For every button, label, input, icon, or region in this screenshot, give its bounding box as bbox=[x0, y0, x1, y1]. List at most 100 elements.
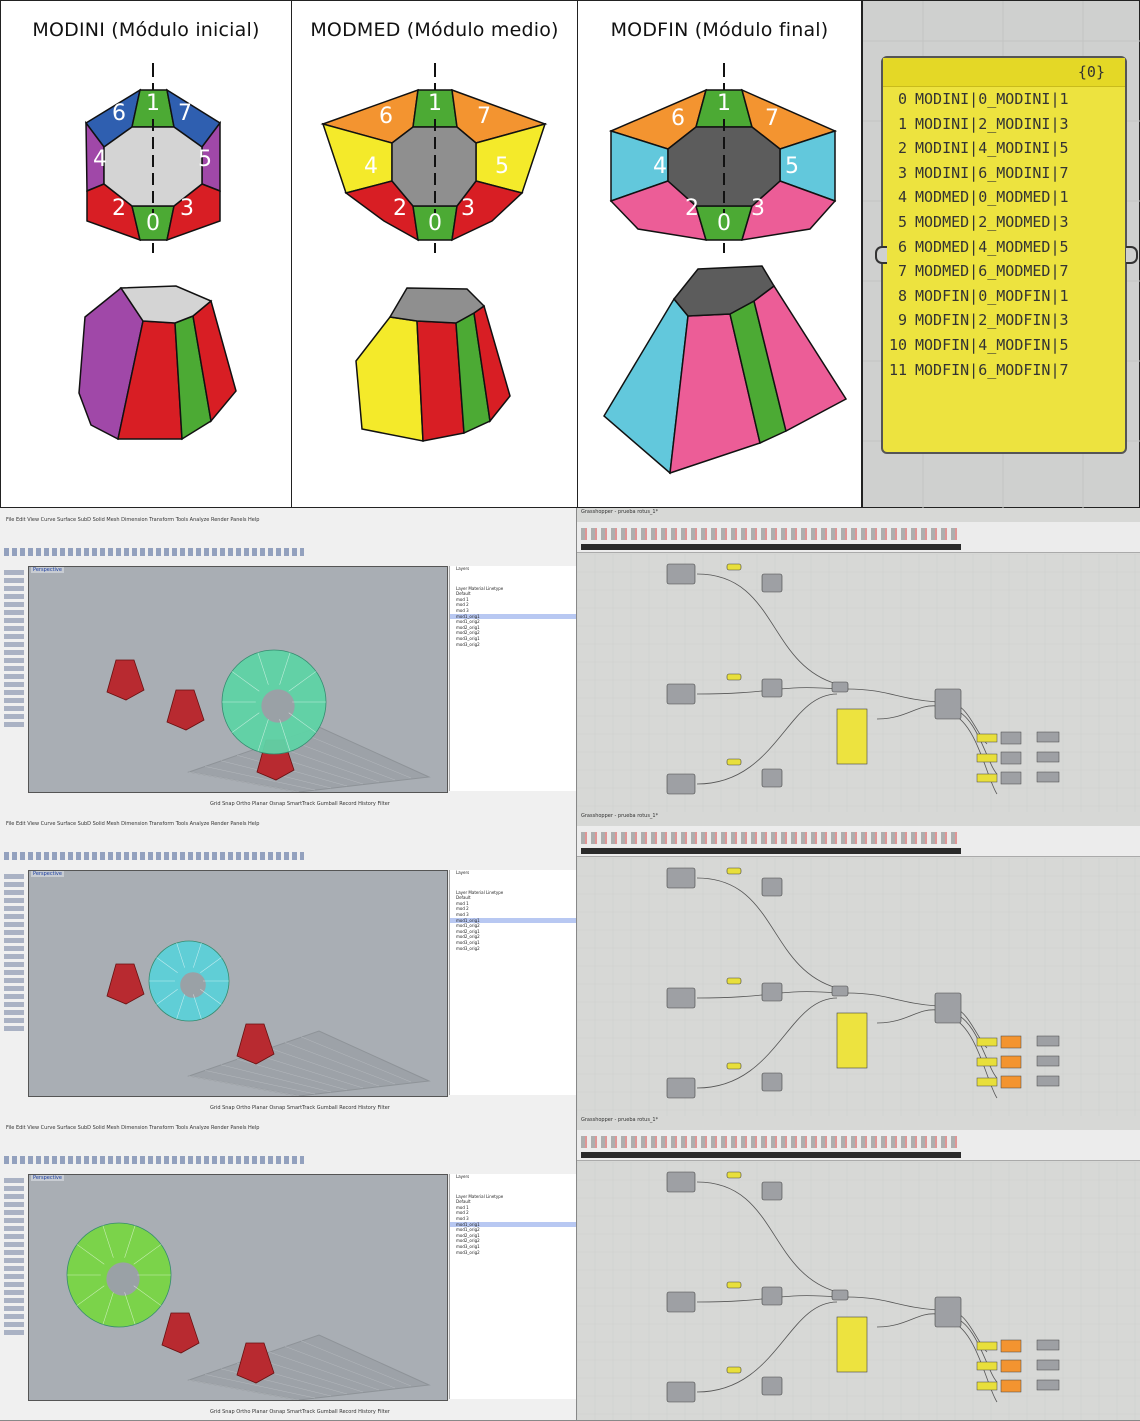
panel-list-value: MODMED|0_MODMED|1 bbox=[915, 188, 1069, 207]
panel-list-item: 1 MODINI|2_MODINI|3 bbox=[883, 112, 1125, 137]
rhino-status-bar[interactable]: Grid Snap Ortho Planar Osnap SmartTrack … bbox=[210, 1409, 390, 1415]
grasshopper-title: Grasshopper - prueba rotus_1* bbox=[581, 1117, 659, 1123]
svg-text:4: 4 bbox=[653, 154, 667, 179]
modini-panel: MODINI (Módulo inicial) 6 1 7 4 5 2 0 3 bbox=[0, 0, 292, 508]
panel-list-index: 9 bbox=[897, 311, 907, 330]
rhino-status-bar[interactable]: Grid Snap Ortho Planar Osnap SmartTrack … bbox=[210, 1105, 390, 1111]
panel-list-index: 0 bbox=[897, 90, 907, 108]
grasshopper-canvas bbox=[577, 554, 1140, 812]
grasshopper-canvas bbox=[577, 858, 1140, 1116]
svg-text:0: 0 bbox=[428, 211, 442, 236]
layers-panel[interactable]: Layers Layer Material Linetype Default mod … bbox=[449, 566, 576, 791]
rhino-sidebar-tools[interactable] bbox=[4, 874, 24, 1034]
layers-panel[interactable]: Layers Layer Material Linetype Default mod … bbox=[449, 1174, 576, 1399]
panel-output-grip[interactable] bbox=[1126, 246, 1138, 264]
svg-text:6: 6 bbox=[379, 104, 393, 129]
modini-label-5: 5 bbox=[198, 147, 212, 172]
modmed-panel: MODMED (Módulo medio) 6 1 7 4 5 2 0 3 bbox=[291, 0, 578, 508]
panel-list-item: 9 MODFIN|2_MODFIN|3 bbox=[883, 308, 1125, 333]
panel-list-item: 4 MODMED|0_MODMED|1 bbox=[883, 185, 1125, 210]
panel-list-index: 3 bbox=[897, 163, 907, 182]
grasshopper-window: Grasshopper - prueba rotus_1* bbox=[576, 1116, 1140, 1421]
perspective-viewport[interactable]: Perspective bbox=[28, 1174, 448, 1401]
panel-list-index: 4 bbox=[897, 188, 907, 207]
panel-input-grip[interactable] bbox=[875, 246, 887, 264]
modini-label-4: 4 bbox=[93, 147, 107, 172]
panel-list-value: MODFIN|2_MODFIN|3 bbox=[915, 311, 1069, 330]
panel-list-index: 5 bbox=[897, 212, 907, 231]
panel-list-item: 10 MODFIN|4_MODFIN|5 bbox=[883, 333, 1125, 358]
panel-header: {0} bbox=[883, 58, 1125, 87]
panel-list: 0 MODINI|0_MODINI|1 1 MODINI|2_MODINI|3 2 MOD… bbox=[883, 87, 1125, 382]
modini-label-0: 0 bbox=[146, 211, 160, 236]
svg-text:2: 2 bbox=[685, 196, 699, 221]
viewport-scene bbox=[66, 1222, 431, 1400]
rhino-sidebar-tools[interactable] bbox=[4, 1178, 24, 1338]
grasshopper-window: Grasshopper - prueba rotus_1* bbox=[576, 812, 1140, 1117]
rhino-menu-bar[interactable]: File Edit View Curve Surface SubD Solid … bbox=[6, 517, 259, 523]
modmed-plan-diagram: 6 1 7 4 5 2 0 3 bbox=[320, 63, 548, 442]
grasshopper-title: Grasshopper - prueba rotus_1* bbox=[581, 509, 659, 515]
panel-list-value: MODMED|6_MODMED|7 bbox=[915, 262, 1069, 281]
grasshopper-title: Grasshopper - prueba rotus_1* bbox=[581, 813, 659, 819]
panel-list-index: 2 bbox=[897, 139, 907, 158]
panel-list-value: MODFIN|6_MODFIN|7 bbox=[915, 360, 1069, 379]
svg-text:0: 0 bbox=[717, 211, 731, 236]
svg-text:3: 3 bbox=[751, 196, 765, 221]
panel-list-item: 8 MODFIN|0_MODFIN|1 bbox=[883, 284, 1125, 309]
modini-label-1: 1 bbox=[146, 91, 160, 116]
svg-text:7: 7 bbox=[477, 104, 491, 129]
panel-list-index: 11 bbox=[888, 360, 907, 379]
panel-list-index: 8 bbox=[897, 286, 907, 305]
svg-text:5: 5 bbox=[495, 154, 509, 179]
rhino-window: File Edit View Curve Surface SubD Solid … bbox=[0, 508, 576, 813]
perspective-viewport[interactable]: Perspective bbox=[28, 870, 448, 1097]
layer-row[interactable]: mod3_orig2 bbox=[450, 946, 576, 952]
grasshopper-canvas bbox=[577, 1162, 1140, 1420]
svg-text:5: 5 bbox=[785, 154, 799, 179]
panel-list-index: 10 bbox=[888, 335, 907, 354]
panel-list-value: MODMED|4_MODMED|5 bbox=[915, 237, 1069, 256]
panel-list-value: MODINI|2_MODINI|3 bbox=[915, 114, 1069, 133]
rhino-window: File Edit View Curve Surface SubD Solid … bbox=[0, 1116, 576, 1421]
panel-list-item: 0 MODINI|0_MODINI|1 bbox=[883, 87, 1125, 112]
svg-text:2: 2 bbox=[393, 196, 407, 221]
svg-text:1: 1 bbox=[717, 91, 731, 116]
modini-plan-diagram: 6 1 7 4 5 2 0 3 bbox=[78, 63, 237, 441]
layers-panel-title: Layers bbox=[456, 1174, 470, 1179]
rhino-menu-bar[interactable]: File Edit View Curve Surface SubD Solid … bbox=[6, 821, 259, 827]
svg-text:1: 1 bbox=[428, 91, 442, 116]
grasshopper-panel[interactable]: {0} 0 MODINI|0_MODINI|1 1 MODINI|2_MODINI|3… bbox=[881, 56, 1127, 454]
layers-panel-title: Layers bbox=[456, 566, 470, 571]
layer-row[interactable]: mod3_orig2 bbox=[450, 1250, 576, 1256]
panel-list-index: 1 bbox=[897, 114, 907, 133]
modfin-panel: MODFIN (Módulo final) 6 1 7 4 5 2 0 3 bbox=[577, 0, 862, 508]
modini-label-2: 2 bbox=[112, 196, 126, 221]
panel-list-value: MODINI|6_MODINI|7 bbox=[915, 163, 1069, 182]
rhino-toolbar[interactable] bbox=[4, 548, 304, 556]
rhino-menu-bar[interactable]: File Edit View Curve Surface SubD Solid … bbox=[6, 1125, 259, 1131]
panel-list-item: 2 MODINI|4_MODINI|5 bbox=[883, 136, 1125, 161]
panel-list-item: 5 MODMED|2_MODMED|3 bbox=[883, 210, 1125, 235]
rhino-status-bar[interactable]: Grid Snap Ortho Planar Osnap SmartTrack … bbox=[210, 801, 390, 807]
panel-list-value: MODMED|2_MODMED|3 bbox=[915, 212, 1069, 231]
panel-list-value: MODINI|0_MODINI|1 bbox=[915, 90, 1069, 108]
perspective-viewport[interactable]: Perspective bbox=[28, 566, 448, 793]
modini-label-7: 7 bbox=[178, 101, 192, 126]
svg-text:4: 4 bbox=[364, 154, 378, 179]
layer-row[interactable]: mod3_orig2 bbox=[450, 642, 576, 648]
panel-list-item: 7 MODMED|6_MODMED|7 bbox=[883, 259, 1125, 284]
panel-list-item: 3 MODINI|6_MODINI|7 bbox=[883, 161, 1125, 186]
panel-list-item: 11 MODFIN|6_MODFIN|7 bbox=[883, 358, 1125, 383]
modini-label-3: 3 bbox=[180, 196, 194, 221]
panel-list-value: MODINI|4_MODINI|5 bbox=[915, 139, 1069, 158]
rhino-sidebar-tools[interactable] bbox=[4, 570, 24, 730]
rhino-toolbar[interactable] bbox=[4, 852, 304, 860]
layers-panel[interactable]: Layers Layer Material Linetype Default mod … bbox=[449, 870, 576, 1095]
grasshopper-window: Grasshopper - prueba rotus_1* bbox=[576, 508, 1140, 813]
panel-list-value: MODFIN|4_MODFIN|5 bbox=[915, 335, 1069, 354]
svg-text:3: 3 bbox=[461, 196, 475, 221]
viewport-scene bbox=[106, 940, 431, 1096]
viewport-scene bbox=[106, 649, 431, 792]
rhino-toolbar[interactable] bbox=[4, 1156, 304, 1164]
